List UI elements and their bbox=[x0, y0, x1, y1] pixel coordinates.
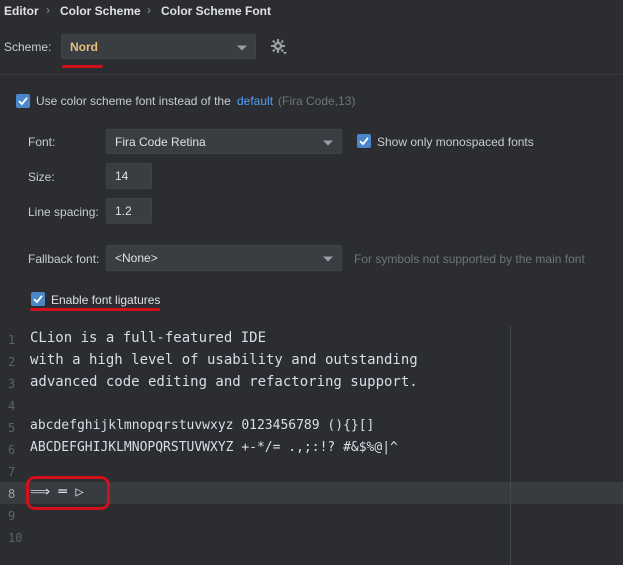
fallback-value: <None> bbox=[115, 251, 158, 265]
line-number: 5 bbox=[8, 421, 16, 435]
monospaced-label: Show only monospaced fonts bbox=[377, 135, 534, 149]
preview-line: abcdefghijklmnopqrstuvwxyz 0123456789 ()… bbox=[30, 418, 375, 433]
line-number: 9 bbox=[8, 509, 16, 523]
ligatures-checkbox[interactable] bbox=[31, 292, 45, 306]
scheme-value: Nord bbox=[70, 39, 98, 54]
gear-icon[interactable] bbox=[270, 38, 288, 59]
ligatures-label: Enable font ligatures bbox=[51, 293, 161, 307]
chevron-down-icon bbox=[237, 45, 247, 50]
size-value: 14 bbox=[115, 169, 129, 183]
line-spacing-value: 1.2 bbox=[115, 204, 132, 218]
line-number: 6 bbox=[8, 443, 16, 457]
font-select[interactable]: Fira Code Retina bbox=[106, 129, 342, 154]
line-spacing-label: Line spacing: bbox=[28, 205, 99, 219]
preview-line: with a high level of usability and outst… bbox=[30, 352, 418, 368]
line-number: 8 bbox=[8, 487, 16, 501]
monospaced-checkbox[interactable] bbox=[357, 134, 371, 148]
font-label: Font: bbox=[28, 135, 56, 149]
scheme-label: Scheme: bbox=[4, 40, 52, 54]
divider bbox=[0, 74, 623, 75]
line-number: 7 bbox=[8, 465, 16, 479]
default-font-suffix: (Fira Code,13) bbox=[278, 94, 356, 108]
line-number: 3 bbox=[8, 377, 16, 391]
breadcrumb-color-scheme[interactable]: Color Scheme bbox=[60, 4, 141, 18]
preview-line: ABCDEFGHIJKLMNOPQRSTUVWXYZ +-*/= .,;:!? … bbox=[30, 440, 398, 455]
right-margin-guide bbox=[510, 326, 511, 565]
line-spacing-input[interactable]: 1.2 bbox=[106, 198, 152, 224]
annotation-underline-ligatures bbox=[30, 308, 160, 311]
line-number: 4 bbox=[8, 399, 16, 413]
breadcrumb-separator: › bbox=[46, 3, 50, 17]
line-number: 10 bbox=[8, 531, 23, 545]
chevron-down-icon bbox=[323, 140, 333, 145]
font-preview-editor[interactable]: 1 2 3 4 5 6 7 8 9 10 CLion is a full-fea… bbox=[0, 326, 623, 565]
breadcrumb-color-scheme-font: Color Scheme Font bbox=[161, 4, 272, 18]
preview-line: CLion is a full-featured IDE bbox=[30, 330, 267, 346]
annotation-underline-scheme bbox=[62, 65, 103, 68]
breadcrumb-separator: › bbox=[147, 3, 151, 17]
font-value: Fira Code Retina bbox=[115, 134, 206, 149]
preview-line: advanced code editing and refactoring su… bbox=[30, 374, 418, 390]
chevron-down-icon bbox=[323, 256, 333, 262]
line-number: 2 bbox=[8, 355, 16, 369]
size-input[interactable]: 14 bbox=[106, 163, 152, 189]
fallback-label: Fallback font: bbox=[28, 252, 100, 266]
size-label: Size: bbox=[28, 170, 55, 184]
breadcrumb-editor[interactable]: Editor bbox=[4, 4, 39, 18]
annotation-box-ligatures bbox=[26, 476, 110, 510]
fallback-select[interactable]: <None> bbox=[106, 245, 342, 271]
default-font-link[interactable]: default bbox=[237, 94, 273, 108]
fallback-hint: For symbols not supported by the main fo… bbox=[354, 252, 585, 266]
use-scheme-font-checkbox[interactable] bbox=[16, 94, 30, 108]
line-number: 1 bbox=[8, 333, 16, 347]
use-scheme-font-label: Use color scheme font instead of the bbox=[36, 94, 231, 108]
scheme-select[interactable]: Nord bbox=[61, 34, 256, 59]
